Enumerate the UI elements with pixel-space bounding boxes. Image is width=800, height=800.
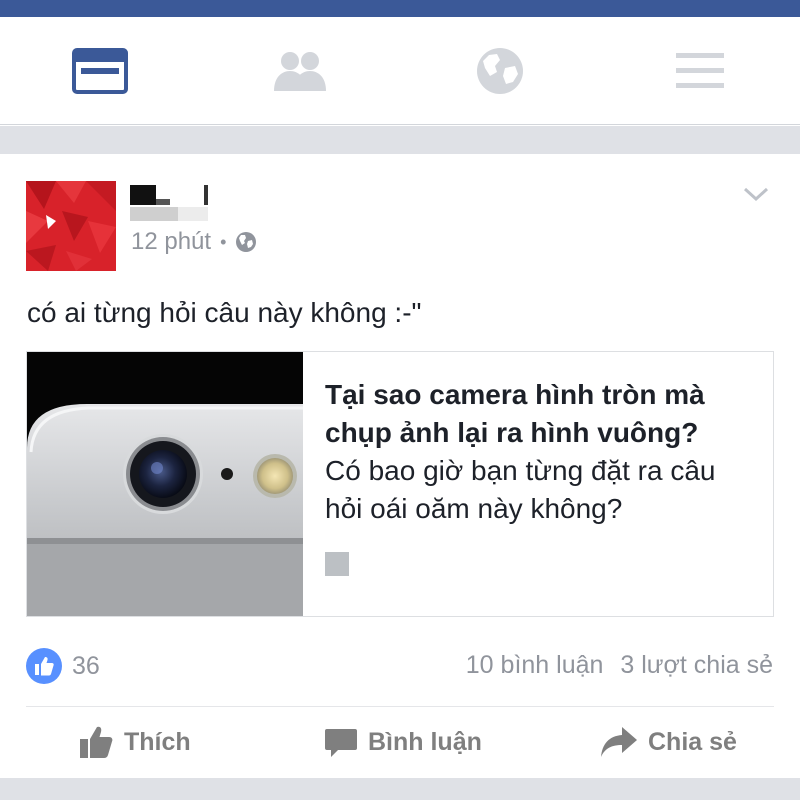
like-button[interactable]: Thích	[78, 722, 191, 762]
comment-icon	[325, 729, 357, 757]
status-bar	[0, 0, 800, 17]
top-navigation	[0, 17, 800, 125]
share-button[interactable]: Chia sẻ	[600, 722, 737, 762]
redacted-name	[130, 185, 208, 221]
like-reaction-icon	[26, 648, 62, 684]
friends-icon	[274, 52, 326, 91]
engagement-counts: 10 bình luận 3 lượt chia sẻ	[466, 651, 773, 680]
link-preview-card[interactable]: Tại sao camera hình tròn mà chụp ảnh lại…	[26, 351, 774, 617]
globe-icon	[236, 232, 257, 252]
post-meta: 12 phút •	[131, 228, 257, 256]
comment-button[interactable]: Bình luận	[324, 722, 482, 762]
reaction-summary[interactable]: 36	[26, 648, 100, 684]
globe-icon	[477, 48, 523, 94]
post-text: có ai từng hỏi câu này không :-"	[27, 297, 422, 328]
share-button-label: Chia sẻ	[648, 727, 737, 756]
action-divider	[26, 706, 774, 707]
tab-menu[interactable]	[600, 17, 800, 125]
like-button-label: Thích	[124, 727, 191, 756]
link-source-favicon	[325, 552, 349, 576]
feed-gap	[0, 126, 800, 154]
comment-count[interactable]: 10 bình luận	[466, 651, 604, 679]
tab-notifications[interactable]	[400, 17, 600, 125]
avatar[interactable]	[26, 181, 116, 271]
post-time[interactable]: 12 phút	[131, 228, 211, 256]
news-feed-icon	[72, 48, 128, 94]
share-count[interactable]: 3 lượt chia sẻ	[620, 651, 773, 679]
comment-button-label: Bình luận	[368, 727, 482, 756]
chevron-down-icon	[743, 187, 769, 202]
post-options-chevron[interactable]	[740, 182, 772, 206]
tab-news-feed[interactable]	[0, 17, 200, 125]
menu-icon	[676, 53, 724, 88]
link-description: Có bao giờ bạn từng đặt ra câu hỏi oái o…	[325, 455, 716, 524]
tab-friends[interactable]	[200, 17, 400, 125]
feed-post: 12 phút • có ai từng hỏi câu này không :…	[0, 154, 800, 778]
feed-gap-bottom	[0, 778, 800, 800]
link-title: Tại sao camera hình tròn mà chụp ảnh lại…	[325, 379, 705, 448]
link-thumbnail	[27, 352, 303, 616]
like-count: 36	[72, 651, 100, 680]
thumbs-up-icon	[80, 726, 113, 758]
share-arrow-icon	[601, 727, 637, 757]
meta-separator: •	[220, 231, 227, 252]
author-name[interactable]	[130, 185, 214, 230]
